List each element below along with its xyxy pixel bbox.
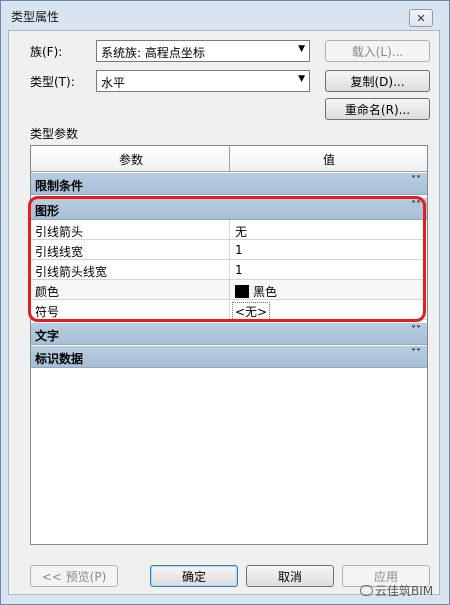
rename-button[interactable]: 重命名(R)...	[325, 98, 430, 120]
close-icon: ✕	[416, 11, 426, 25]
color-name: 黑色	[253, 285, 278, 299]
group-label: 限制条件	[35, 179, 84, 193]
watermark: 云佳筑BIM	[360, 582, 433, 599]
param-name: 引线线宽	[35, 245, 84, 259]
expand-chevron-icon: ˅˅	[411, 325, 421, 336]
type-parameters-table: 参数 值 限制条件 ˅˅ 图形 ˄˄ 引线箭头 无 引线线宽 1 引线箭头线宽 …	[30, 145, 428, 545]
chevron-down-icon: ▼	[298, 74, 305, 84]
column-divider[interactable]	[229, 146, 230, 172]
family-label: 族(F):	[30, 45, 63, 59]
load-button[interactable]: 载入(L)...	[325, 40, 430, 62]
close-button[interactable]: ✕	[409, 9, 433, 27]
preview-button[interactable]: << 预览(P)	[30, 565, 118, 587]
table-row[interactable]: 引线箭头线宽 1	[31, 260, 427, 280]
expand-chevron-icon: ˅˅	[411, 348, 421, 359]
table-row[interactable]: 引线线宽 1	[31, 240, 427, 260]
param-value[interactable]: 无	[235, 223, 247, 240]
param-value[interactable]: <无>	[231, 302, 271, 321]
param-value[interactable]: 1	[235, 263, 243, 277]
table-row[interactable]: 引线箭头 无	[31, 220, 427, 240]
group-label: 文字	[35, 329, 60, 343]
wechat-icon	[360, 585, 373, 596]
group-identity-data[interactable]: 标识数据 ˅˅	[31, 346, 427, 368]
type-parameters-heading: 类型参数	[30, 127, 79, 141]
param-name: 颜色	[35, 285, 60, 299]
group-text[interactable]: 文字 ˅˅	[31, 323, 427, 345]
family-select-value: 系统族: 高程点坐标	[101, 46, 205, 60]
expand-chevron-icon: ˅˅	[411, 175, 421, 186]
watermark-text: 云佳筑BIM	[375, 584, 434, 598]
table-header: 参数 值	[31, 146, 427, 172]
collapse-chevron-icon: ˄˄	[411, 200, 421, 211]
group-label: 标识数据	[35, 352, 84, 366]
table-row[interactable]: 符号 <无>	[31, 300, 427, 321]
family-select[interactable]: 系统族: 高程点坐标 ▼	[96, 40, 310, 62]
type-label: 类型(T):	[30, 75, 75, 89]
param-name: 引线箭头	[35, 225, 84, 239]
table-row[interactable]: 颜色 黑色	[31, 280, 427, 300]
column-header-parameter[interactable]: 参数	[119, 151, 143, 168]
title-bar: 类型属性 ✕	[1, 1, 449, 31]
duplicate-button[interactable]: 复制(D)...	[325, 70, 430, 92]
window-title: 类型属性	[11, 10, 60, 24]
param-name: 符号	[35, 305, 60, 319]
column-header-value[interactable]: 值	[323, 151, 335, 168]
param-value[interactable]: 黑色	[235, 283, 277, 300]
ok-button[interactable]: 确定	[150, 565, 238, 587]
color-swatch	[235, 285, 249, 298]
type-select-value: 水平	[101, 76, 126, 90]
param-name: 引线箭头线宽	[35, 265, 108, 279]
cancel-button[interactable]: 取消	[246, 565, 334, 587]
group-graphics[interactable]: 图形 ˄˄	[31, 198, 427, 220]
group-label: 图形	[35, 204, 60, 218]
chevron-down-icon: ▼	[298, 44, 305, 54]
type-select[interactable]: 水平 ▼	[96, 70, 310, 92]
param-value[interactable]: 1	[235, 243, 243, 257]
group-constraints[interactable]: 限制条件 ˅˅	[31, 173, 427, 195]
